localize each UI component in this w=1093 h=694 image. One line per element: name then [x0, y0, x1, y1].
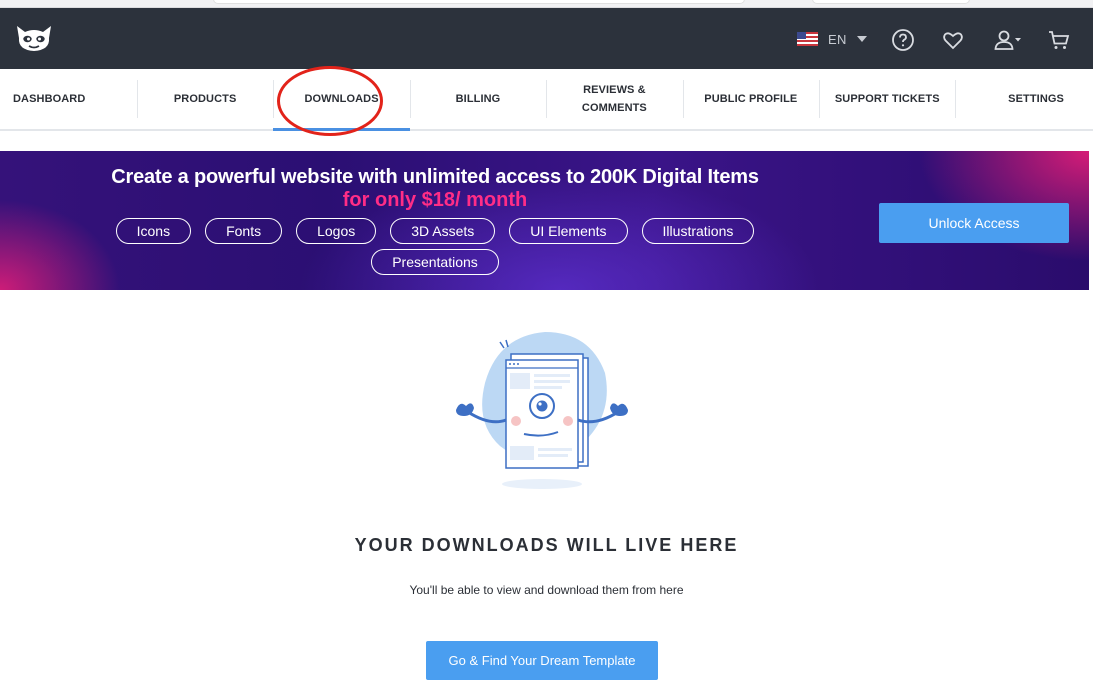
- empty-state-title: YOUR DOWNLOADS WILL LIVE HERE: [354, 535, 739, 555]
- tab-downloads[interactable]: DOWNLOADS: [273, 69, 411, 131]
- language-label: EN: [828, 31, 847, 47]
- chip-fonts[interactable]: Fonts: [205, 218, 283, 244]
- chip-logos[interactable]: Logos: [296, 218, 377, 244]
- address-bar[interactable]: [213, 0, 745, 4]
- banner-title: Create a powerful website with unlimited…: [111, 166, 759, 188]
- chip-presentations[interactable]: Presentations: [371, 249, 499, 275]
- help-icon[interactable]: [891, 28, 915, 52]
- browser-toolbar: [0, 0, 1093, 8]
- banner-price: for only $18/ month: [342, 189, 528, 211]
- chip-ui-elements[interactable]: UI Elements: [509, 218, 628, 244]
- tab-billing[interactable]: BILLING: [409, 69, 546, 129]
- cat-logo-icon[interactable]: [14, 23, 54, 53]
- empty-state-description: You'll be able to view and download them…: [409, 583, 684, 597]
- tab-products[interactable]: PRODUCTS: [136, 69, 273, 129]
- tab-public-profile[interactable]: PUBLIC PROFILE: [682, 69, 819, 129]
- account-tabs: DASHBOARD PRODUCTS DOWNLOADS BILLING REV…: [0, 69, 1093, 131]
- unlock-access-button[interactable]: Unlock Access: [879, 203, 1069, 243]
- chip-illustrations[interactable]: Illustrations: [641, 218, 755, 244]
- heart-icon[interactable]: [941, 28, 965, 52]
- user-account-icon[interactable]: [993, 28, 1023, 52]
- tab-dashboard[interactable]: DASHBOARD: [0, 69, 137, 129]
- promo-banner: Create a powerful website with unlimited…: [0, 151, 1089, 290]
- tab-support-tickets[interactable]: SUPPORT TICKETS: [819, 69, 955, 129]
- tab-reviews-comments[interactable]: REVIEWS & COMMENTS: [546, 69, 682, 129]
- cart-icon[interactable]: [1047, 28, 1071, 52]
- language-selector[interactable]: EN: [797, 30, 867, 48]
- tab-settings[interactable]: SETTINGS: [955, 69, 1093, 129]
- us-flag-icon: [797, 32, 818, 46]
- chevron-down-icon: [856, 36, 867, 42]
- find-template-button[interactable]: Go & Find Your Dream Template: [426, 641, 658, 680]
- chip-3d-assets[interactable]: 3D Assets: [390, 218, 496, 244]
- chip-icons[interactable]: Icons: [115, 218, 192, 244]
- category-chips: Icons Fonts Logos 3D Assets UI Elements …: [100, 218, 770, 275]
- top-header: EN: [0, 8, 1093, 69]
- browser-search-bar[interactable]: [812, 0, 970, 4]
- empty-downloads-illustration: [456, 332, 628, 489]
